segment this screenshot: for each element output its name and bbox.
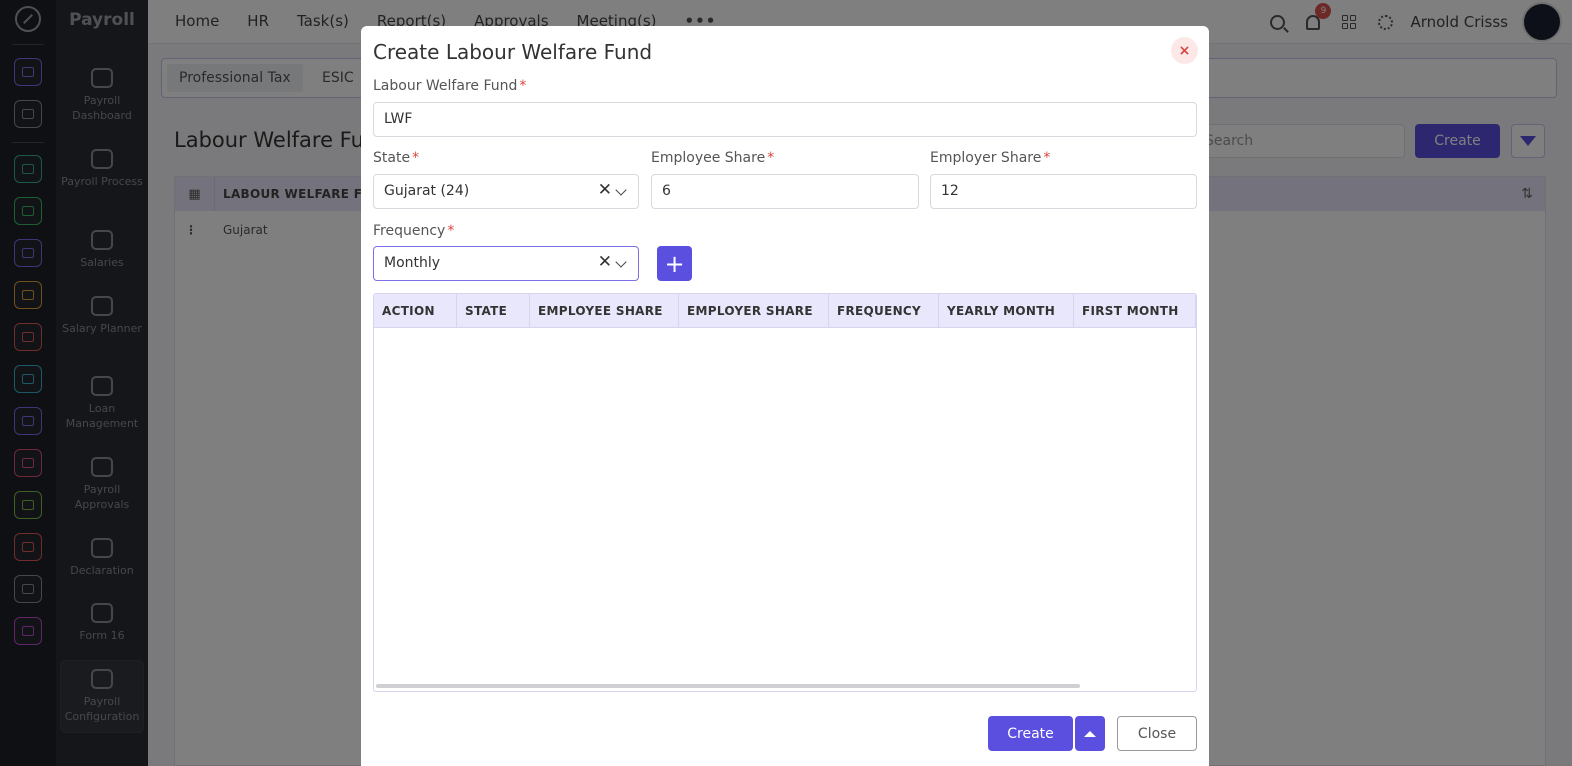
frequency-select[interactable]: Monthly ✕ xyxy=(373,246,639,281)
add-row-button[interactable]: + xyxy=(657,246,692,281)
col-yearly-month[interactable]: YEARLY MONTH xyxy=(939,294,1074,327)
employer-share-input[interactable]: 12 xyxy=(930,174,1197,209)
dialog-title: Create Labour Welfare Fund xyxy=(373,40,653,64)
close-icon[interactable]: × xyxy=(1171,37,1198,64)
fund-label: Labour Welfare Fund * xyxy=(373,78,527,94)
state-label: State * xyxy=(373,150,420,166)
employee-share-label: Employee Share * xyxy=(651,150,775,166)
chevron-down-icon[interactable] xyxy=(615,256,627,268)
close-button[interactable]: Close xyxy=(1117,716,1197,751)
employer-share-label: Employer Share * xyxy=(930,150,1051,166)
create-lwf-dialog: Create Labour Welfare Fund × Labour Welf… xyxy=(361,26,1209,766)
clear-icon[interactable]: ✕ xyxy=(598,252,612,272)
col-frequency[interactable]: FREQUENCY xyxy=(829,294,939,327)
state-value: Gujarat (24) xyxy=(384,183,470,199)
frequency-value: Monthly xyxy=(384,255,441,271)
state-select[interactable]: Gujarat (24) ✕ xyxy=(373,174,639,209)
create-button[interactable]: Create xyxy=(988,716,1073,751)
col-first-month[interactable]: FIRST MONTH xyxy=(1074,294,1196,327)
col-action[interactable]: ACTION xyxy=(374,294,457,327)
caret-up-icon[interactable] xyxy=(1075,716,1105,751)
table-header: ACTION STATE EMPLOYEE SHARE EMPLOYER SHA… xyxy=(374,294,1196,328)
horizontal-scrollbar[interactable] xyxy=(376,684,1080,688)
lwf-detail-table: ACTION STATE EMPLOYEE SHARE EMPLOYER SHA… xyxy=(373,293,1197,692)
frequency-label: Frequency * xyxy=(373,223,455,239)
chevron-down-icon[interactable] xyxy=(615,184,627,196)
employee-share-input[interactable]: 6 xyxy=(651,174,919,209)
col-state[interactable]: STATE xyxy=(457,294,530,327)
fund-name-input[interactable]: LWF xyxy=(373,102,1197,137)
col-employee-share[interactable]: EMPLOYEE SHARE xyxy=(530,294,679,327)
clear-icon[interactable]: ✕ xyxy=(598,180,612,200)
col-employer-share[interactable]: EMPLOYER SHARE xyxy=(679,294,829,327)
